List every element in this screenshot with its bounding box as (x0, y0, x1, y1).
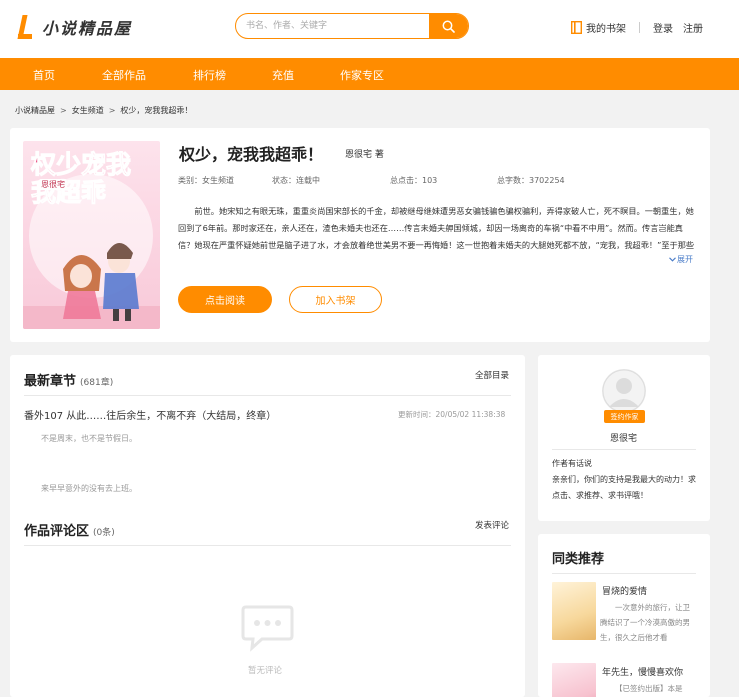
author-says-label: 作者有话说 (552, 459, 592, 468)
divider (24, 395, 511, 396)
cover-author-art: 恩很宅 (39, 179, 67, 190)
bookshelf-icon (571, 20, 582, 34)
breadcrumb-home[interactable]: 小说精品屋 (15, 106, 55, 115)
nav-item-all-works[interactable]: 全部作品 (102, 67, 146, 83)
recommendation-desc: 一次意外的旅行，让卫腾结识了一个冷漠高傲的男生，很久之后他才看 (600, 603, 690, 642)
recommendation-item[interactable]: 年先生，慢慢喜欢你 【已签约出版】本是 (552, 663, 702, 697)
recommendation-desc: 【已签约出版】本是 (615, 684, 683, 693)
divider (552, 573, 696, 574)
chapters-comments-panel: 最新章节 (681章) 全部目录 番外107 从此……往后余生，不离不弃（大结局，… (10, 355, 525, 697)
login-link[interactable]: 登录 (653, 20, 673, 35)
avatar-placeholder-icon (602, 369, 646, 413)
book-author[interactable]: 恩很宅 著 (345, 147, 384, 160)
book-cover[interactable]: 权少宠我我超乖 恩很宅 (23, 141, 160, 329)
bookshelf-link[interactable]: 我的书架 (571, 20, 626, 35)
author-says-text: 亲亲们，你们的支持是我最大的动力！求点击、求推荐、求书评哦！ (552, 475, 696, 500)
nav-item-author-zone[interactable]: 作家专区 (340, 67, 384, 83)
recommendation-cover[interactable] (552, 582, 596, 640)
breadcrumb-channel[interactable]: 女生频道 (72, 106, 104, 115)
register-link[interactable]: 注册 (683, 20, 703, 35)
expand-label: 展开 (677, 255, 693, 264)
recommendations-panel: 同类推荐 冒烧的爱情 一次意外的旅行，让卫腾结识了一个冷漠高傲的男生，很久之后他… (538, 534, 710, 697)
book-title: 权少，宠我我超乖！ (179, 145, 324, 164)
empty-comments-text: 暂无评论 (248, 666, 283, 676)
bookshelf-label: 我的书架 (586, 23, 626, 35)
empty-comment-icon (241, 605, 294, 652)
nav-item-recharge[interactable]: 充值 (272, 67, 294, 83)
recommendation-cover[interactable] (552, 663, 596, 697)
search-button[interactable] (429, 14, 468, 38)
author-name[interactable]: 恩很宅 (610, 431, 637, 444)
breadcrumb-current: 权少，宠我我超乖！ (120, 106, 193, 115)
all-chapters-link[interactable]: 全部目录 (475, 369, 509, 381)
book-word-count: 总字数：3702254 (497, 176, 565, 185)
expand-intro-button[interactable]: 展开 (669, 254, 693, 265)
book-intro: 前世。她宋知之有眼无珠，重重炎尚国宋部长的千金，却被继母继妹遭男恶女骗钱骗色骗权… (178, 206, 695, 250)
site-logo[interactable]: 小说精品屋 (17, 12, 133, 42)
comment-count: (0条) (93, 528, 115, 538)
book-status: 状态：连载中 (272, 176, 320, 185)
add-to-bookshelf-button[interactable]: 加入书架 (289, 286, 382, 313)
nav-item-rankings[interactable]: 排行榜 (193, 67, 226, 83)
author-avatar[interactable] (602, 369, 646, 413)
logo-text: 小说精品屋 (42, 19, 133, 38)
latest-chapters-title: 最新章节 (24, 374, 77, 389)
divider (552, 449, 696, 450)
book-info-panel: 权少宠我我超乖 恩很宅 权少，宠我我超乖！ 恩很宅 著 类别：女生频道 状态：连… (10, 128, 710, 342)
chevron-down-icon (669, 257, 676, 262)
recommendation-title[interactable]: 冒烧的爱情 (602, 584, 647, 597)
user-links: 我的书架 登录 注册 (571, 19, 703, 35)
breadcrumb-separator: > (108, 106, 116, 115)
chapter-snippet: 不是周末，也不是节假日。 (41, 434, 137, 443)
chapter-update-time: 更新时间：20/05/02 11:38:38 (398, 410, 506, 419)
post-comment-link[interactable]: 发表评论 (475, 519, 509, 531)
nav-item-home[interactable]: 首页 (33, 67, 55, 83)
start-reading-button[interactable]: 点击阅读 (178, 286, 272, 313)
recommendation-title[interactable]: 年先生，慢慢喜欢你 (602, 665, 683, 678)
search-input[interactable] (246, 14, 426, 38)
main-nav: 首页 全部作品 排行榜 充值 作家专区 (0, 58, 739, 90)
book-category: 类别：女生频道 (178, 176, 234, 185)
breadcrumb: 小说精品屋 > 女生频道 > 权少，宠我我超乖！ (15, 105, 192, 116)
divider (639, 21, 640, 33)
logo-icon (17, 13, 34, 41)
signed-author-badge: 签约作家 (604, 410, 645, 423)
divider (24, 545, 511, 546)
site-header: 小说精品屋 我的书架 登录 注册 (0, 0, 739, 58)
latest-chapter-link[interactable]: 番外107 从此……往后余生，不离不弃（大结局，终章） (24, 407, 276, 422)
book-clicks: 总点击：103 (390, 176, 438, 185)
search-icon (442, 20, 455, 33)
comments-heading: 作品评论区 (0条) (24, 520, 115, 539)
recommendation-item[interactable]: 冒烧的爱情 一次意外的旅行，让卫腾结识了一个冷漠高傲的男生，很久之后他才看 (552, 582, 702, 644)
author-panel: 签约作家 恩很宅 作者有话说 亲亲们，你们的支持是我最大的动力！求点击、求推荐、… (538, 355, 710, 521)
breadcrumb-separator: > (60, 106, 67, 115)
comments-title: 作品评论区 (24, 524, 90, 539)
chapter-snippet: 来早早意外的没有去上班。 (41, 484, 137, 493)
recommendations-title: 同类推荐 (552, 552, 605, 567)
search-box (235, 13, 469, 39)
latest-chapters-heading: 最新章节 (681章) (24, 370, 113, 389)
chapter-count: (681章) (80, 378, 114, 388)
